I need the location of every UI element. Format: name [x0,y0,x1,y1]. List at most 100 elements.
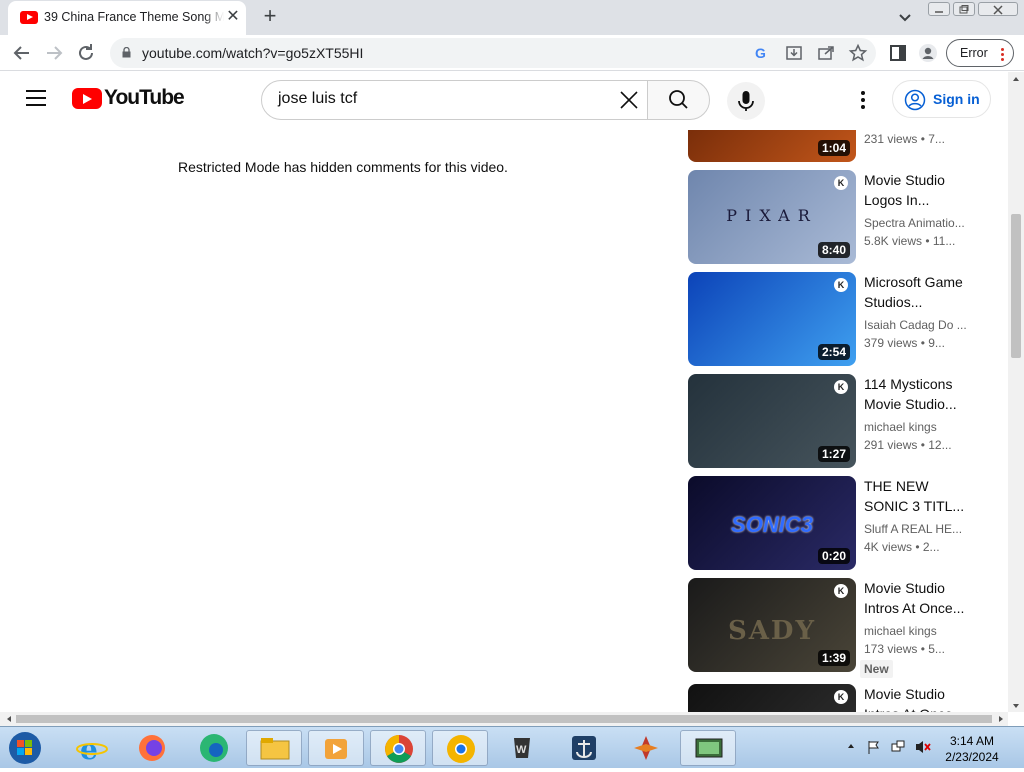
url-text[interactable]: youtube.com/watch?v=go5zXT55HI [142,45,363,61]
video-thumbnail[interactable]: SONIC3 0:20 [688,476,856,570]
svg-text:e: e [80,733,98,766]
scroll-down-arrow-icon[interactable] [1008,700,1024,712]
scroll-left-arrow-icon[interactable] [2,712,16,726]
browser-tab-strip: 39 China France Theme Song Movie Studio … [0,0,1024,35]
network-icon[interactable] [890,739,906,755]
video-thumbnail[interactable]: 1:04 [688,130,856,162]
reload-icon[interactable] [74,41,98,65]
related-video-item[interactable]: PIXAR K 8:40 Movie Studio Logos In... Spectr… [688,170,978,264]
video-title[interactable]: Movie Studio Intros At Once... [864,578,968,618]
file-explorer-icon[interactable] [246,730,302,766]
world-of-tanks-icon[interactable]: W [494,730,550,766]
video-thumbnail[interactable]: K [688,684,856,712]
channel-name[interactable]: michael kings [864,624,966,638]
internet-explorer-icon[interactable]: e [64,730,120,766]
video-title[interactable]: Movie Studio Logos In... [864,170,968,210]
channel-name[interactable]: Sluff A REAL HE... [864,522,966,536]
close-window-button[interactable] [978,2,1018,16]
search-query[interactable]: jose luis tcf [278,90,357,108]
browser-tab[interactable]: 39 China France Theme Song Movie Studio … [8,1,246,35]
search-input[interactable]: jose luis tcf [261,80,648,120]
media-player-icon[interactable] [308,730,364,766]
channel-name[interactable]: Isaiah Cadag Do ... [864,318,966,332]
show-hidden-icons-icon[interactable] [846,741,856,751]
youtube-wordmark[interactable]: YouTube [104,86,185,110]
clear-search-icon[interactable] [618,89,640,111]
google-lens-icon[interactable]: G [752,43,772,63]
action-center-flag-icon[interactable] [866,739,882,755]
video-title[interactable]: THE NEW SONIC 3 TITL... [864,476,968,516]
volume-muted-icon[interactable] [914,739,932,755]
svg-text:G: G [755,45,766,61]
video-thumbnail[interactable]: K 2:54 [688,272,856,366]
microphone-icon [738,91,754,111]
install-app-icon[interactable] [784,43,804,63]
vertical-scroll-thumb[interactable] [1011,214,1021,358]
forward-arrow-icon[interactable] [42,41,66,65]
video-meta: 5.8K views • 11... [864,234,956,248]
horizontal-scrollbar[interactable] [0,712,1008,726]
profile-avatar-icon[interactable] [918,43,938,63]
hamburger-menu-icon[interactable] [26,90,46,108]
horizontal-scroll-thumb[interactable] [16,715,992,723]
world-of-warships-icon[interactable] [556,730,612,766]
kinemaster-watermark-icon: K [834,584,848,598]
video-duration: 1:27 [817,446,850,462]
related-video-item[interactable]: 1:04 231 views • 7... [688,130,978,162]
game-launcher-icon[interactable] [618,730,674,766]
new-tab-button[interactable]: + [258,4,282,28]
new-badge: New [860,660,893,678]
channel-name[interactable]: michael kings [864,420,966,434]
scroll-right-arrow-icon[interactable] [994,712,1008,726]
kinemaster-watermark-icon: K [834,690,848,704]
channel-name[interactable]: Spectra Animatio... [864,216,966,230]
error-button[interactable]: Error [946,39,1014,67]
video-thumbnail[interactable]: SADY K 1:39 [688,578,856,672]
video-title[interactable]: 114 Mysticons Movie Studio... [864,374,968,414]
chrome-icon[interactable] [370,730,426,766]
firefox-icon[interactable] [124,730,180,766]
video-meta: 173 views • 5... [864,642,945,656]
related-video-item[interactable]: K 2:54 Microsoft Game Studios... Isaiah Cad… [688,272,978,366]
search-icon [669,90,688,109]
tab-search-chevron-icon[interactable] [894,6,916,28]
bookmark-star-icon[interactable] [848,43,868,63]
edge-icon[interactable] [186,730,242,766]
video-thumbnail[interactable]: K 1:27 [688,374,856,468]
voice-search-button[interactable] [727,82,765,120]
share-icon[interactable] [816,43,836,63]
video-title[interactable]: Microsoft Game Studios... [864,272,968,312]
sign-in-label: Sign in [933,91,980,107]
back-arrow-icon[interactable] [10,41,34,65]
start-button[interactable] [2,730,48,766]
sign-in-button[interactable]: Sign in [892,80,991,118]
system-clock[interactable]: 3:14 AM 2/23/2024 [937,733,1007,765]
menu-dots-icon [1001,48,1004,61]
chrome-beta-icon[interactable] [432,730,488,766]
vertical-scrollbar[interactable] [1008,72,1024,712]
related-video-item[interactable]: SADY K 1:39 Movie Studio Intros At Once... m… [688,578,978,678]
related-video-item[interactable]: SONIC3 0:20 THE NEW SONIC 3 TITL... Sluff A… [688,476,978,570]
youtube-logo-icon[interactable] [72,88,102,109]
scroll-up-arrow-icon[interactable] [1008,73,1024,85]
youtube-header: YouTube jose luis tcf Sign in [0,72,1008,128]
tab-close-button[interactable]: ✕ [224,8,242,26]
related-video-item[interactable]: K Movie Studio Intros At Once... [688,684,978,712]
search-button[interactable] [647,80,710,120]
video-duration: 1:39 [817,650,850,666]
lock-icon[interactable] [122,47,131,58]
windows-taskbar: e W 3:14 AM 2/23/2024 [0,726,1024,768]
settings-kebab-icon[interactable] [860,90,866,110]
video-thumbnail[interactable]: PIXAR K 8:40 [688,170,856,264]
related-video-item[interactable]: K 1:27 114 Mysticons Movie Studio... michae… [688,374,978,468]
kinemaster-watermark-icon: K [834,278,848,292]
remote-desktop-icon[interactable] [680,730,736,766]
video-meta: 379 views • 9... [864,336,945,350]
video-title[interactable]: Movie Studio Intros At Once... [864,684,968,712]
side-panel-icon[interactable] [888,43,908,63]
minimize-button[interactable] [928,2,950,16]
account-circle-icon [904,89,926,111]
video-duration: 8:40 [817,242,850,258]
kinemaster-watermark-icon: K [834,176,848,190]
restore-button[interactable] [953,2,975,16]
